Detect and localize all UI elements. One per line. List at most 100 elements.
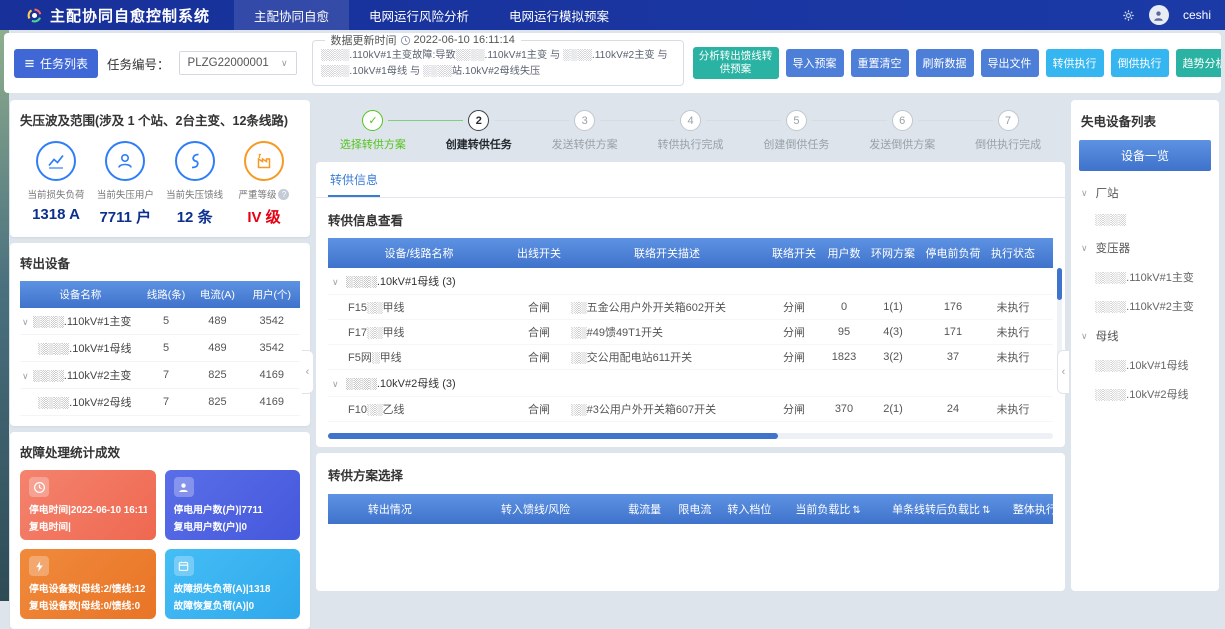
info-table-header: 设备/线路名称出线开关联络开关描述联络开关用户数环网方案停电前负荷执行状态转供 [328, 238, 1053, 268]
column-header: 设备/线路名称 [328, 238, 510, 268]
export-file-button[interactable]: 导出文件 [981, 49, 1039, 77]
vertical-scrollbar-thumb[interactable] [1057, 268, 1062, 300]
table-cell: 0 [822, 295, 866, 320]
sort-icon[interactable]: ⇅ [852, 505, 860, 516]
table-row[interactable]: F4░░乙线合闸░░所公用环网室602开关分闸1653(2)33未执行F8看 [328, 422, 1053, 427]
horizontal-scrollbar[interactable] [328, 433, 1053, 439]
tree-group[interactable]: ∨母线 [1079, 318, 1211, 348]
card-line-1: 停电时间|2022-06-10 16:11 [29, 502, 147, 516]
chevron-down-icon: ∨ [281, 58, 288, 69]
help-icon[interactable]: ? [278, 189, 289, 200]
table-cell: 分闸 [766, 422, 822, 427]
transfer-out-row[interactable]: ░░░░.10kV#2母线78254169 [20, 389, 300, 416]
impact-stat-value: 7711 户 [99, 206, 151, 227]
step-number: 5 [786, 110, 807, 131]
tree-item[interactable]: ░░░░.10kV#2母线 [1079, 377, 1211, 406]
backfeed-execute-button[interactable]: 倒供执行 [1111, 49, 1169, 77]
nav-item[interactable]: 电网运行模拟预案 [489, 0, 629, 30]
column-header: 转入档位 [720, 494, 779, 524]
info-table-title: 转供信息查看 [328, 210, 1053, 229]
clock-icon [29, 477, 49, 497]
chevron-down-icon[interactable]: ∨ [332, 277, 339, 287]
column-header[interactable]: 当前负载比⇅ [779, 494, 878, 524]
collapse-right-handle[interactable]: ‹ [1057, 350, 1069, 394]
table-cell: 2(1) [866, 397, 920, 422]
collapse-left-handle[interactable]: ‹ [302, 350, 314, 394]
chevron-down-icon: ∨ [1081, 188, 1088, 199]
column-header[interactable]: 整体执行负载比⇅ [1005, 494, 1053, 524]
table-cell: 合闸 [510, 345, 568, 370]
gear-icon[interactable] [1122, 9, 1135, 22]
impact-stat-label: 当前失压用户 [97, 187, 154, 201]
column-header: 限电流 [670, 494, 720, 524]
table-cell: 分闸 [766, 345, 822, 370]
calendar-icon [174, 556, 194, 576]
tab-transfer-info[interactable]: 转供信息 [328, 169, 380, 197]
transfer-out-row[interactable]: ∨░░░░.110kV#1主变54893542 [20, 308, 300, 335]
table-cell: 合闸 [510, 320, 568, 345]
users-cell: 4169 [244, 362, 300, 389]
avatar[interactable] [1149, 5, 1169, 25]
transfer-out-row[interactable]: ∨░░░░.110kV#2主变78254169 [20, 362, 300, 389]
column-header: 设备名称 [20, 281, 141, 308]
column-header: 载流量 [619, 494, 669, 524]
horizontal-scrollbar-thumb[interactable] [328, 433, 778, 439]
tree-item[interactable]: ░░░░.110kV#1主变 [1079, 260, 1211, 289]
chevron-down-icon[interactable]: ∨ [22, 317, 29, 327]
tree-group[interactable]: ∨厂站 [1079, 175, 1211, 205]
impact-stats: 当前损失负荷1318 A当前失压用户7711 户当前失压馈线12 条严重等级?I… [20, 141, 300, 227]
analyze-feeder-transfer-plan-button[interactable]: 分析转出馈线转供预案 [693, 47, 779, 79]
table-row[interactable]: F10░░乙线合闸░░#3公用户外开关箱607开关分闸3702(1)24未执行F… [328, 397, 1053, 422]
chevron-down-icon[interactable]: ∨ [22, 371, 29, 381]
column-header: 联络开关描述 [568, 238, 766, 268]
chevron-down-icon[interactable]: ∨ [332, 379, 339, 389]
tree-item[interactable]: ░░░░.110kV#2主变 [1079, 289, 1211, 318]
table-row[interactable]: F15░░甲线合闸░░五金公用户外开关箱602开关分闸01(1)176未执行F1… [328, 295, 1053, 320]
nav-item[interactable]: 电网运行风险分析 [349, 0, 489, 30]
toolbar: 任务列表 任务编号： PLZG22000001 ∨ 数据更新时间 2022-06… [4, 33, 1221, 93]
device-name-cell: ∨░░░░.110kV#2主变 [20, 362, 141, 389]
impact-stat-value: 12 条 [177, 206, 213, 227]
step-label: 发送倒供方案 [849, 136, 955, 152]
reset-clear-button[interactable]: 重置清空 [851, 49, 909, 77]
step-number: 7 [998, 110, 1019, 131]
column-header: 用户数 [822, 238, 866, 268]
transfer-out-row[interactable]: ░░░░.10kV#1母线54893542 [20, 335, 300, 362]
trend-analysis-button[interactable]: 趋势分析 [1176, 49, 1221, 77]
table-cell: 分闸 [766, 295, 822, 320]
transfer-execute-button[interactable]: 转供执行 [1046, 49, 1104, 77]
table-row[interactable]: F17░░甲线合闸░░#49馈49T1开关分闸954(3)171未执行F7天 [328, 320, 1053, 345]
table-cell: 未执行 [986, 320, 1040, 345]
impact-stat: 严重等级?IV 级 [230, 141, 298, 227]
impact-stat-value: IV 级 [247, 206, 280, 227]
nav-item[interactable]: 主配协同自愈 [234, 0, 349, 30]
stats-cards: 停电时间|2022-06-10 16:11复电时间|停电用户数(户)|7711复… [20, 470, 300, 619]
table-cell: 95 [822, 320, 866, 345]
table-cell: 165 [822, 422, 866, 427]
task-no-select[interactable]: PLZG22000001 ∨ [179, 51, 297, 75]
tree-item[interactable]: ░░░░.10kV#1母线 [1079, 348, 1211, 377]
top-navbar: 主配协同自愈控制系统 主配协同自愈电网运行风险分析电网运行模拟预案 ceshi [0, 0, 1225, 30]
table-group-row[interactable]: ∨ ░░░░.10kV#1母线 (3) [328, 268, 1053, 295]
tree-group[interactable]: ∨变压器 [1079, 230, 1211, 260]
table-row[interactable]: F5网░甲线合闸░░交公用配电站611开关分闸18233(2)37未执行F16马 [328, 345, 1053, 370]
table-group-row[interactable]: ∨ ░░░░.10kV#2母线 (3) [328, 370, 1053, 397]
sort-icon[interactable]: ⇅ [982, 505, 990, 516]
refresh-data-button[interactable]: 刷新数据 [916, 49, 974, 77]
column-header: 停电前负荷 [920, 238, 986, 268]
chevron-down-icon: ∨ [1081, 243, 1088, 254]
task-list-button[interactable]: 任务列表 [14, 49, 98, 78]
step-label: 选择转供方案 [320, 136, 426, 152]
device-overview-header: 设备一览 [1079, 140, 1211, 171]
column-header[interactable]: 单条线转后负载比⇅ [877, 494, 1005, 524]
tree-item[interactable]: ░░░░ [1079, 205, 1211, 230]
step-label: 倒供执行完成 [955, 136, 1061, 152]
fault-info-box: 数据更新时间 2022-06-10 16:11:14 ░░░░.110kV#1主… [312, 40, 684, 86]
step-2: 2创建转供任务 [426, 110, 532, 152]
impact-panel: 失压波及范围(涉及 1 个站、2台主变、12条线路) 当前损失负荷1318 A当… [10, 100, 310, 237]
plan-table-title: 转供方案选择 [328, 465, 1053, 484]
import-plan-button[interactable]: 导入预案 [786, 49, 844, 77]
table-cell: 171 [920, 320, 986, 345]
table-cell: 1(1) [866, 295, 920, 320]
transfer-info-table: 设备/线路名称出线开关联络开关描述联络开关用户数环网方案停电前负荷执行状态转供 … [328, 238, 1053, 426]
